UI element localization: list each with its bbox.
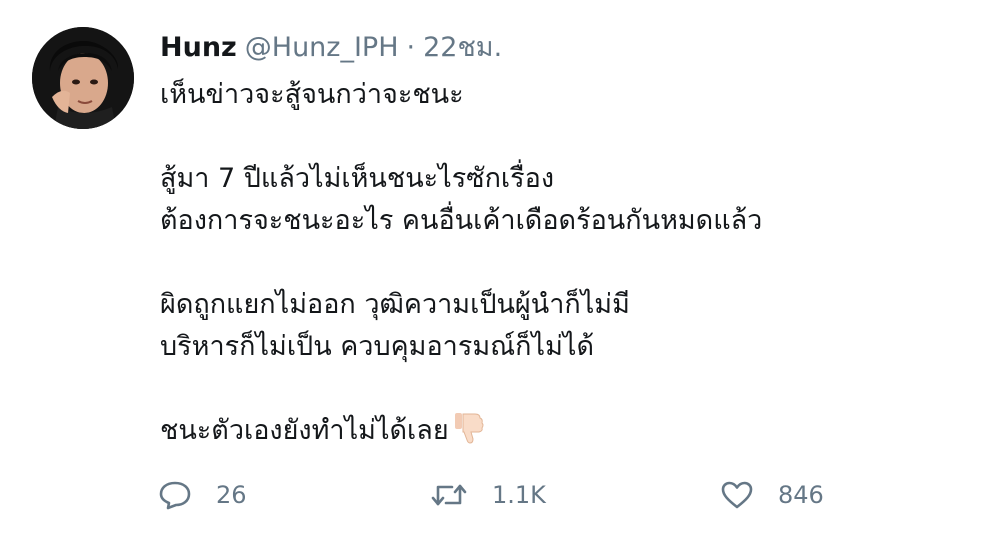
like-button[interactable]: 846 [720, 470, 824, 520]
retweet-button[interactable]: 1.1K [430, 470, 546, 520]
retweet-count: 1.1K [492, 481, 546, 509]
like-count: 846 [778, 481, 824, 509]
reply-button[interactable]: 26 [158, 470, 247, 520]
tweet-line: ชนะตัวเองยังทำไม่ได้เลย [160, 415, 449, 446]
user-handle[interactable]: @Hunz_IPH [245, 32, 399, 63]
tweet-text: เห็นข่าวจะสู้จนกว่าจะชนะ สู้มา 7 ปีแล้วไ… [160, 74, 980, 458]
reply-count: 26 [216, 481, 247, 509]
tweet-actions: 26 1.1K 846 [0, 470, 1000, 520]
timestamp[interactable]: 22ชม. [423, 32, 502, 63]
tweet-line: ผิดถูกแยกไม่ออก วุฒิความเป็นผู้นำก็ไม่มี [160, 289, 630, 320]
tweet-line: ต้องการจะชนะอะไร คนอื่นเค้าเดือดร้อนกันห… [160, 205, 763, 236]
display-name[interactable]: Hunz [160, 32, 237, 63]
separator-dot: · [406, 32, 416, 63]
retweet-icon [431, 484, 467, 506]
avatar[interactable] [32, 27, 134, 129]
tweet-line-last: ชนะตัวเองยังทำไม่ได้เลย [160, 410, 980, 458]
avatar-image [32, 27, 134, 129]
heart-icon [721, 481, 753, 509]
tweet-header: Hunz @Hunz_IPH · 22ชม. [160, 28, 502, 68]
tweet-card: Hunz @Hunz_IPH · 22ชม. เห็นข่าวจะสู้จนกว่าจ… [0, 0, 1000, 541]
tweet-line: บริหารก็ไม่เป็น ควบคุมอารมณ์ก็ไม่ได้ [160, 331, 595, 362]
tweet-line: เห็นข่าวจะสู้จนกว่าจะชนะ [160, 79, 464, 110]
tweet-line: สู้มา 7 ปีแล้วไม่เห็นชนะไรซักเรื่อง [160, 163, 555, 194]
thumbs-down-icon [453, 411, 485, 458]
reply-icon [159, 481, 191, 510]
